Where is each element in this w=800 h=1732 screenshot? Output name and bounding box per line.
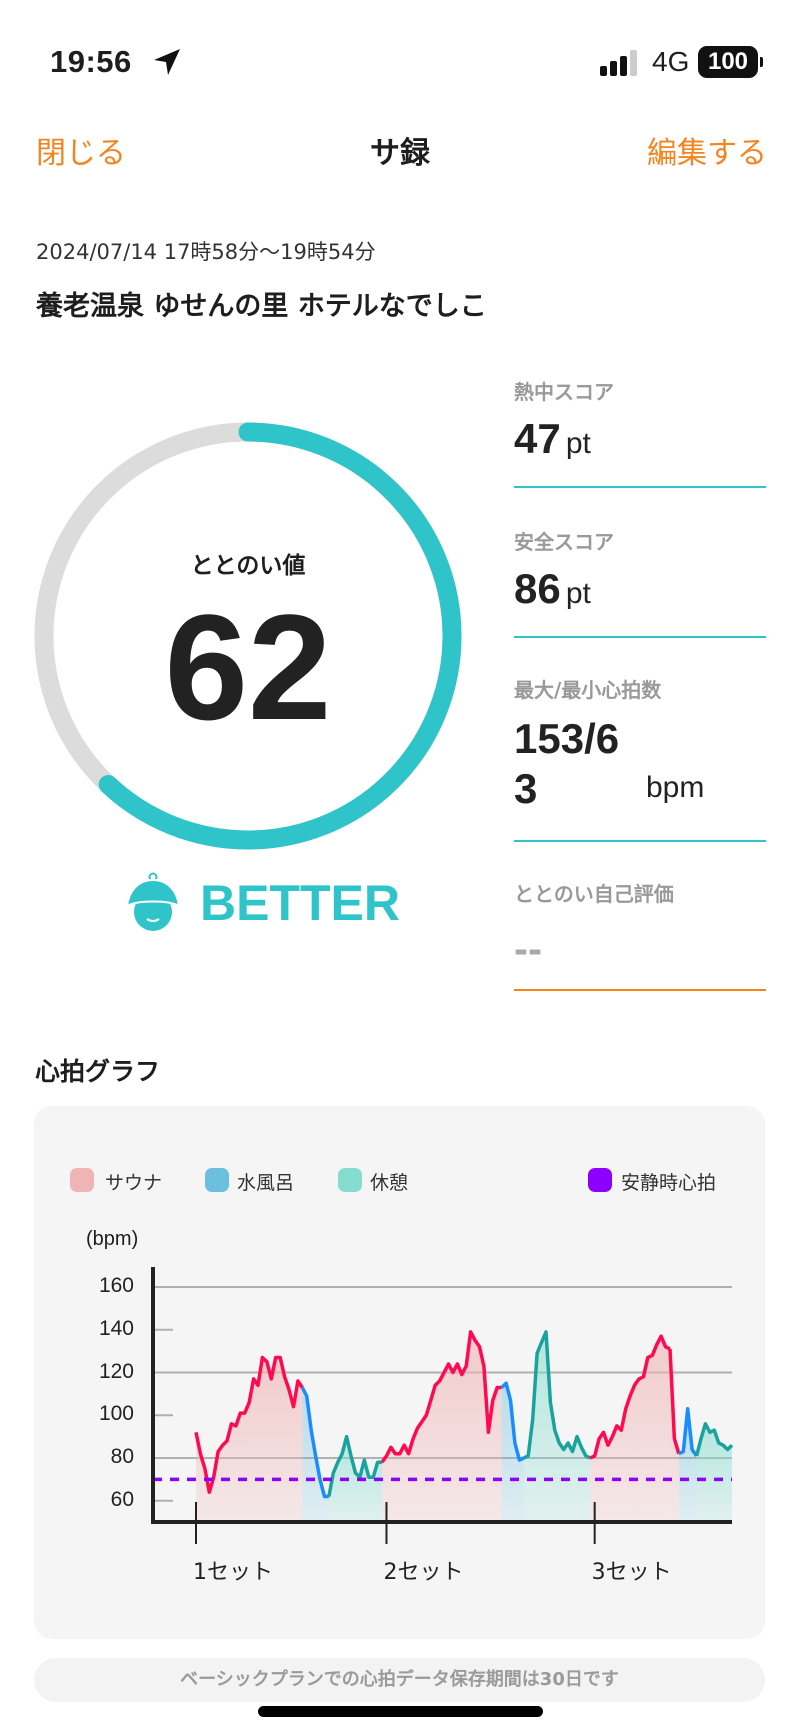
storage-notice: ベーシックプランでの心拍データ保存期間は30日です [34,1658,765,1702]
heart-rate-chart [151,1267,734,1544]
area-sauna [590,1336,670,1522]
area-rest [523,1331,591,1522]
home-indicator[interactable] [258,1706,543,1717]
area-water [501,1383,524,1522]
